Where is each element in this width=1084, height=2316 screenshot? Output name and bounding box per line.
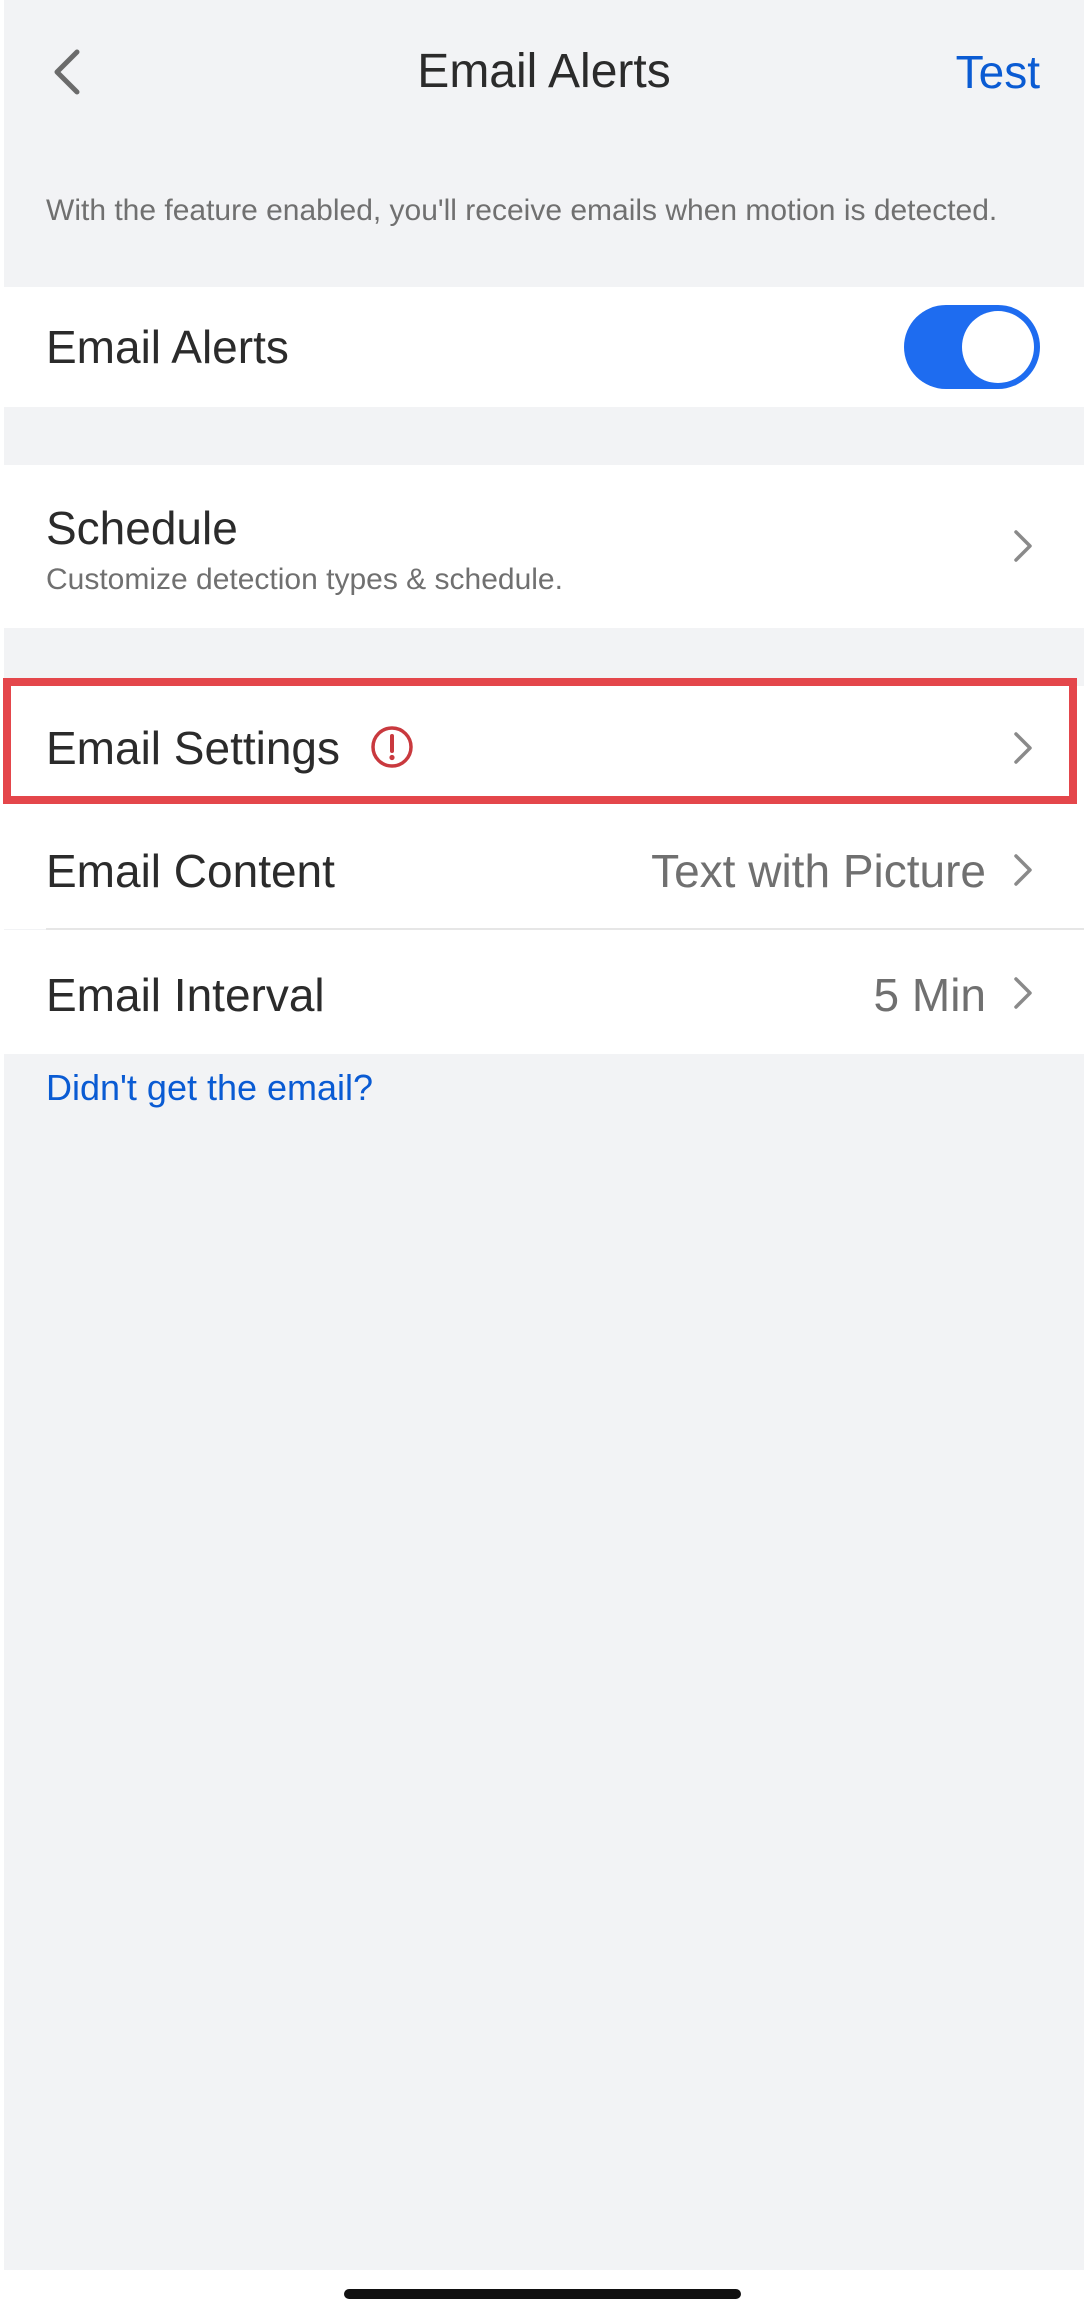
schedule-row[interactable]: Schedule Customize detection types & sch… — [4, 465, 1084, 628]
email-interval-value: 5 Min — [873, 969, 986, 1021]
page-title: Email Alerts — [417, 45, 671, 98]
email-settings-label: Email Settings — [46, 722, 341, 774]
email-settings-row[interactable]: Email Settings — [4, 686, 1084, 810]
nav-header: Email Alerts Test — [4, 0, 1084, 145]
chevron-right-icon — [1014, 530, 1032, 562]
chevron-right-icon — [1014, 977, 1032, 1009]
home-indicator — [344, 2289, 741, 2299]
chevron-right-icon — [1014, 732, 1032, 764]
email-alerts-row: Email Alerts — [4, 287, 1084, 407]
email-interval-label: Email Interval — [46, 969, 325, 1021]
email-content-label: Email Content — [46, 845, 335, 897]
schedule-label: Schedule — [46, 502, 238, 554]
email-interval-row[interactable]: Email Interval 5 Min — [4, 930, 1084, 1054]
didnt-get-email-link[interactable]: Didn't get the email? — [46, 1066, 373, 1110]
email-settings-chevron — [1012, 731, 1034, 765]
exclamation-circle-icon — [370, 725, 414, 769]
test-button[interactable]: Test — [956, 44, 1040, 100]
chevron-right-icon — [1014, 854, 1032, 886]
email-content-chevron — [1012, 853, 1034, 887]
schedule-chevron — [1012, 529, 1034, 563]
toggle-knob — [962, 311, 1034, 383]
schedule-subtitle: Customize detection types & schedule. — [46, 563, 563, 596]
email-alerts-screen: Email Alerts Test With the feature enabl… — [3, 0, 1084, 2270]
email-alerts-label: Email Alerts — [46, 321, 289, 373]
email-interval-chevron — [1012, 976, 1034, 1010]
email-content-value: Text with Picture — [651, 845, 986, 897]
email-alerts-toggle[interactable] — [904, 305, 1040, 389]
feature-description: With the feature enabled, you'll receive… — [46, 194, 998, 227]
email-content-row[interactable]: Email Content Text with Picture — [4, 810, 1084, 929]
